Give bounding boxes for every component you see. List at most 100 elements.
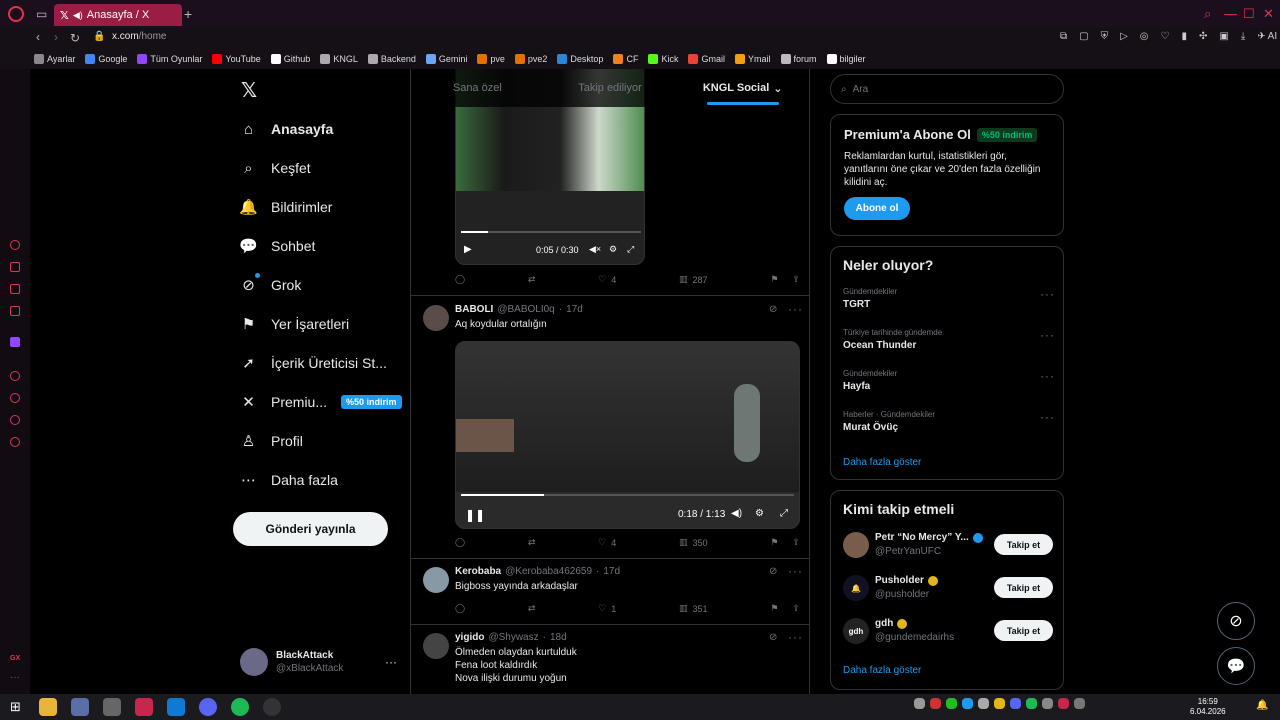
reply-icon[interactable]: ◯ (455, 274, 465, 285)
tweet-author-name[interactable]: Kerobaba (455, 566, 501, 577)
file-explorer-icon[interactable] (38, 698, 57, 716)
repost-icon[interactable]: ⇄ (528, 537, 536, 548)
views-button[interactable]: ▥ 287 (679, 274, 708, 285)
sidebar-player-icon[interactable] (10, 371, 20, 381)
trend-item[interactable]: Gündemdekiler Hayfa ··· (843, 369, 1055, 392)
tab-2[interactable]: KNGL Social ⌄ (676, 69, 809, 107)
nav-item-x-logo[interactable]: ✕ Premiu... %50 indirim (240, 392, 402, 412)
bookmark-item[interactable]: Ymail (734, 53, 771, 64)
nav-item-grok[interactable]: ⊘ Grok (240, 273, 301, 295)
browser-tab-active[interactable]: 𝕏 ◀) Anasayfa / X (54, 4, 182, 26)
opera-logo-icon[interactable] (8, 6, 24, 22)
shield-icon[interactable]: ⛨ (1101, 31, 1109, 42)
bookmark-page-icon[interactable]: ⧉ (1060, 31, 1067, 42)
video-progress-track[interactable] (461, 494, 794, 496)
sidebar-ai-icon[interactable] (10, 240, 20, 250)
maximize-button[interactable]: ☐ (1243, 6, 1255, 22)
tweet-age[interactable]: 17d (603, 566, 620, 577)
clock[interactable]: 16:59 6.04.2026 (1190, 697, 1226, 717)
camera-icon[interactable]: ◎ (1140, 31, 1149, 42)
messages-fab-icon[interactable]: 💬 (1217, 647, 1255, 685)
play-icon[interactable]: ▶ (464, 244, 472, 255)
volume-icon[interactable]: ◀) (731, 508, 742, 519)
tray-icon[interactable] (962, 698, 973, 709)
tweet-author-handle[interactable]: @BABOLI0q (497, 304, 554, 315)
views-button[interactable]: ▥ 350 (679, 537, 708, 548)
tray-icon[interactable] (946, 698, 957, 709)
tools-icon[interactable] (102, 698, 121, 716)
tray-icon[interactable] (1010, 698, 1021, 709)
tweet-more-icon[interactable]: ··· (788, 302, 803, 316)
sidebar-messenger-icon[interactable] (10, 284, 20, 294)
views-button[interactable]: ▥ 351 (679, 603, 708, 614)
video-player[interactable]: ❚❚ 0:18 / 1:13 ◀) ⚙ ⤢ (455, 341, 800, 529)
follow-button[interactable]: Takip et (994, 620, 1053, 641)
sidebar-pinboard-icon[interactable] (10, 415, 20, 425)
app-icon[interactable] (70, 698, 89, 716)
post-button[interactable]: Gönderi yayınla (233, 512, 388, 546)
bookmark-item[interactable]: Github (270, 53, 310, 64)
settings-icon[interactable]: ⚙ (755, 508, 764, 519)
nav-item-profile[interactable]: ♙ Profil (240, 431, 303, 451)
mute-icon[interactable]: ◀× (589, 244, 601, 255)
fullscreen-icon[interactable]: ⤢ (780, 508, 788, 519)
video-progress-track[interactable] (461, 231, 641, 233)
settings-icon[interactable]: ⚙ (609, 244, 617, 255)
avatar[interactable] (423, 305, 449, 331)
aria-icon[interactable]: ✈ (1257, 31, 1265, 42)
sidebar-workspace-icon[interactable] (10, 262, 20, 272)
bookmark-icon[interactable]: ⚑ (770, 603, 778, 614)
tweet-author-name[interactable]: yigido (455, 632, 484, 643)
vscode-icon[interactable] (166, 698, 185, 716)
reply-icon[interactable]: ◯ (455, 603, 465, 614)
trends-show-more[interactable]: Daha fazla göster (843, 457, 921, 468)
follow-handle[interactable]: @pusholder (875, 589, 929, 600)
grok-fab-icon[interactable]: ⊘ (1217, 602, 1255, 640)
sidebar-mail-icon[interactable] (10, 306, 20, 316)
snapshot-icon[interactable]: ▢ (1079, 31, 1088, 42)
wallet-icon[interactable]: ▣ (1219, 31, 1228, 42)
repost-icon[interactable]: ⇄ (528, 274, 536, 285)
bookmark-icon[interactable]: ⚑ (770, 537, 778, 548)
follow-button[interactable]: Takip et (994, 577, 1053, 598)
nav-item-bookmark[interactable]: ⚑ Yer İşaretleri (240, 314, 349, 334)
start-icon[interactable]: ⊞ (10, 699, 21, 715)
sidebar-more-icon[interactable]: ··· (10, 672, 20, 683)
opera-gx-taskbar-icon[interactable] (134, 698, 153, 716)
tweet-author-name[interactable]: BABOLI (455, 304, 493, 315)
bookmark-item[interactable]: Desktop (557, 53, 603, 64)
bookmark-item[interactable]: Backend (367, 53, 416, 64)
play-icon[interactable]: ▷ (1120, 31, 1128, 42)
bookmark-icon[interactable]: ⚑ (770, 274, 778, 285)
reply-icon[interactable]: ◯ (455, 537, 465, 548)
back-icon[interactable]: ‹ (36, 30, 40, 44)
tweet-author-handle[interactable]: @Shywasz (488, 632, 538, 643)
nav-item-bell[interactable]: 🔔 Bildirimler (239, 197, 332, 217)
share-icon[interactable]: ⇪ (792, 274, 800, 285)
bookmark-item[interactable]: KNGL (320, 53, 358, 64)
trend-item[interactable]: Gündemdekiler TGRT ··· (843, 287, 1055, 310)
tray-icon[interactable] (1074, 698, 1085, 709)
tweet-age[interactable]: 17d (566, 304, 583, 315)
subscribe-button[interactable]: Abone ol (844, 197, 910, 220)
chevron-down-icon[interactable]: ⌄ (773, 82, 782, 95)
bookmark-item[interactable]: Tüm Oyunlar (137, 53, 202, 64)
avatar[interactable] (423, 633, 449, 659)
workspaces-icon[interactable]: ▭ (36, 7, 47, 21)
bookmark-item[interactable]: Ayarlar (34, 53, 75, 64)
trend-more-icon[interactable]: ··· (1040, 369, 1055, 383)
nav-item-rocket[interactable]: ➚ İçerik Üreticisi St... (240, 353, 387, 373)
tray-icon[interactable] (914, 698, 925, 709)
discord-icon[interactable] (198, 698, 217, 716)
address-input[interactable]: x.com/home (112, 31, 166, 42)
reload-icon[interactable]: ↻ (70, 31, 80, 45)
bookmark-item[interactable]: Gemini (425, 53, 467, 64)
nav-item-chat[interactable]: 💬 Sohbet (239, 236, 315, 256)
stats-icon[interactable]: ▮ (1182, 31, 1188, 42)
follow-name[interactable]: Petr “No Mercy” Y... (875, 532, 969, 543)
tweet-age[interactable]: 18d (550, 632, 567, 643)
follow-suggestion[interactable]: Petr “No Mercy” Y... @PetrYanUFC Takip et (843, 531, 1055, 561)
trend-item[interactable]: Türkiye tarihinde gündemde Ocean Thunder ·… (843, 328, 1055, 351)
search-input[interactable]: ⌕ Ara (830, 74, 1064, 104)
sidebar-history-icon[interactable] (10, 393, 20, 403)
